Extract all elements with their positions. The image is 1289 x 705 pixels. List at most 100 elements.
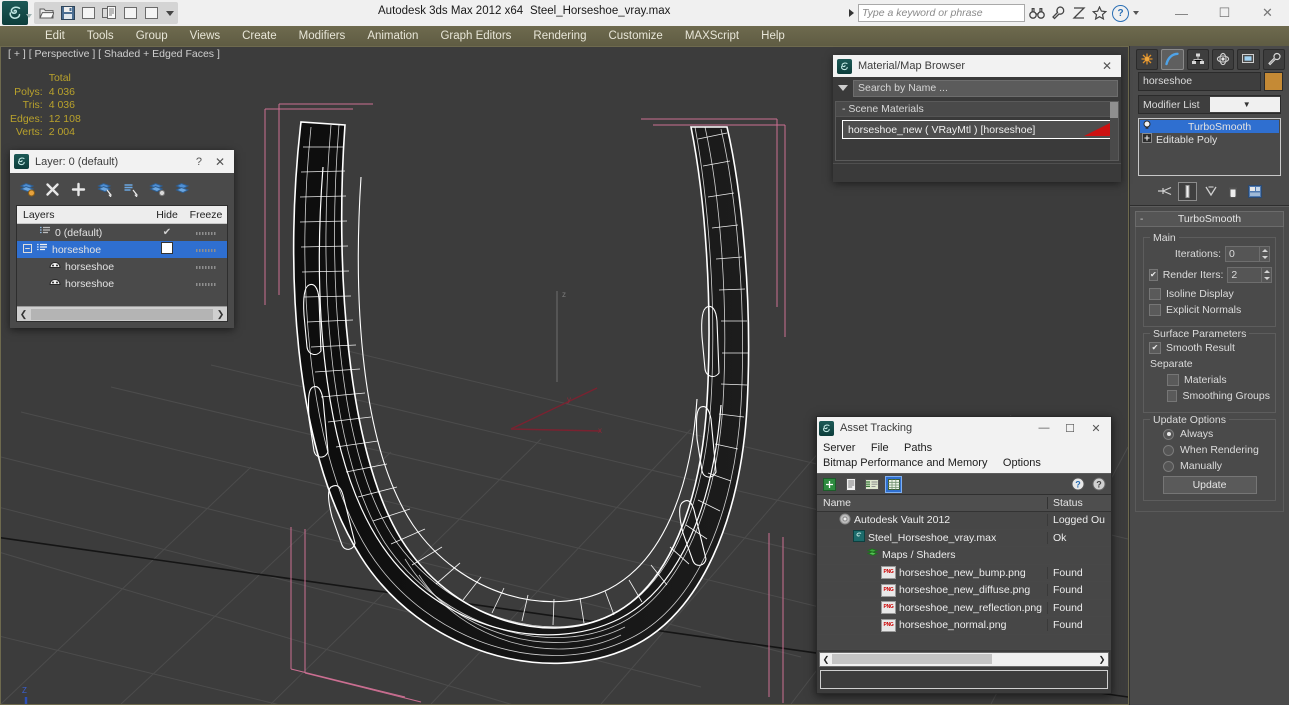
material-list[interactable]: - Scene Materials horseshoe_new ( VRayMt… — [835, 101, 1119, 161]
show-end-result-icon[interactable] — [1178, 181, 1197, 201]
render-iters-spin-arrows[interactable] — [1262, 267, 1273, 283]
menu-group[interactable]: Group — [125, 26, 179, 46]
layer-row[interactable]: horseshoe — [17, 241, 227, 258]
grid-view-icon[interactable] — [885, 475, 902, 493]
scroll-thumb[interactable] — [832, 654, 992, 664]
viewport-label[interactable]: [ + ] [ Perspective ] [ Shaded + Edged F… — [8, 48, 220, 60]
quick-access-more-icon[interactable] — [166, 10, 174, 16]
create-new-layer-icon[interactable] — [18, 181, 35, 198]
delete-layer-icon[interactable] — [44, 181, 61, 198]
modifier-stack[interactable]: TurboSmooth Editable Poly — [1138, 118, 1281, 176]
app-menu-caret-icon[interactable] — [26, 14, 32, 18]
smooth-result-row[interactable]: Smooth Result — [1149, 342, 1270, 354]
close-button[interactable]: ✕ — [1246, 0, 1289, 26]
window2-icon[interactable] — [143, 5, 160, 22]
minimize-button[interactable]: — — [1160, 0, 1203, 26]
explicit-normals-row[interactable]: Explicit Normals — [1149, 304, 1270, 316]
table-row[interactable]: PNG horseshoe_new_reflection.png Found — [817, 599, 1111, 617]
iterations-stepper[interactable]: 0 — [1225, 246, 1270, 262]
expand-box-icon[interactable] — [23, 243, 32, 256]
layer-hide-cell[interactable] — [185, 244, 227, 255]
utilities-tab[interactable] — [1262, 48, 1285, 70]
smooth-result-checkbox[interactable] — [1149, 342, 1161, 354]
undo-icon[interactable] — [80, 5, 97, 22]
layer-row[interactable]: horseshoe — [17, 258, 227, 275]
detail-view-icon[interactable] — [864, 477, 879, 492]
update-always-radio[interactable] — [1163, 428, 1174, 440]
render-iters-stepper[interactable]: 2 — [1227, 267, 1273, 283]
wrench-icon[interactable] — [1048, 4, 1067, 22]
render-iters-input[interactable]: 2 — [1227, 267, 1263, 283]
material-group-scene-materials[interactable]: - Scene Materials — [836, 102, 1118, 117]
rollout-collapse-icon[interactable]: - — [1140, 214, 1143, 225]
update-always-row[interactable]: Always — [1149, 428, 1270, 440]
menu-views[interactable]: Views — [179, 26, 231, 46]
material-search-input[interactable]: Search by Name ... — [853, 79, 1118, 97]
modifier-stack-item-editable-poly[interactable]: Editable Poly — [1140, 133, 1279, 146]
scroll-right-icon[interactable]: ❯ — [1096, 655, 1108, 664]
isoline-display-row[interactable]: Isoline Display — [1149, 288, 1270, 300]
menu-create[interactable]: Create — [231, 26, 288, 46]
maximize-button[interactable]: ☐ — [1203, 0, 1246, 26]
menu-options[interactable]: Options — [1003, 457, 1041, 469]
layer-row[interactable]: 0 (default) ✔ — [17, 224, 227, 241]
layer-hide-cell[interactable] — [185, 278, 227, 289]
table-row[interactable]: PNG horseshoe_new_diffuse.png Found — [817, 582, 1111, 600]
iterations-input[interactable]: 0 — [1225, 246, 1260, 262]
window1-icon[interactable] — [122, 5, 139, 22]
search-expand-icon[interactable] — [849, 9, 854, 17]
create-tab[interactable] — [1136, 48, 1159, 70]
layer-dialog-help-button[interactable]: ? — [188, 156, 210, 168]
make-unique-icon[interactable] — [1202, 183, 1219, 200]
chevron-down-icon[interactable]: ▼ — [1209, 97, 1280, 112]
object-name-input[interactable]: horseshoe — [1138, 72, 1261, 91]
layer-dialog-close-button[interactable]: ✕ — [210, 155, 230, 169]
modify-tab[interactable] — [1161, 48, 1184, 70]
binoculars-icon[interactable] — [1027, 4, 1046, 22]
separate-materials-row[interactable]: Materials — [1149, 374, 1270, 386]
menu-edit[interactable]: Edit — [34, 26, 76, 46]
configure-sets-icon[interactable] — [1246, 183, 1263, 200]
highlight-selected-icon[interactable] — [148, 181, 165, 198]
scroll-left-icon[interactable]: ❮ — [17, 309, 30, 320]
asset-tracking-titlebar[interactable]: Asset Tracking — ☐ ✕ — [817, 417, 1111, 439]
menu-modifiers[interactable]: Modifiers — [288, 26, 357, 46]
layer-list[interactable]: Layers Hide Freeze 0 (default) ✔ horsesh… — [16, 205, 228, 322]
table-row[interactable]: PNG horseshoe_new_bump.png Found — [817, 564, 1111, 582]
help-alt-icon[interactable]: ? — [1091, 477, 1106, 492]
update-when-rendering-radio[interactable] — [1163, 444, 1174, 456]
table-row[interactable]: Maps / Shaders — [817, 547, 1111, 565]
menu-paths[interactable]: Paths — [904, 442, 932, 454]
exchange-icon[interactable] — [1069, 4, 1088, 22]
redo-scene-icon[interactable] — [101, 5, 118, 22]
update-manually-radio[interactable] — [1163, 460, 1174, 472]
help-menu-caret-icon[interactable] — [1133, 11, 1139, 15]
asset-horizontal-scrollbar[interactable]: ❮ ❯ — [819, 651, 1109, 667]
modifier-list-dropdown[interactable]: Modifier List ▼ — [1138, 95, 1281, 114]
layer-current-box[interactable] — [149, 242, 185, 257]
menu-bitmap-performance[interactable]: Bitmap Performance and Memory — [823, 457, 987, 469]
iterations-spin-arrows[interactable] — [1260, 246, 1270, 262]
object-color-swatch[interactable] — [1264, 72, 1283, 91]
motion-tab[interactable] — [1211, 48, 1235, 70]
explicit-normals-checkbox[interactable] — [1149, 304, 1161, 316]
select-objects-icon[interactable] — [96, 181, 113, 198]
help-icon[interactable]: ? — [1070, 477, 1085, 492]
search-input[interactable]: Type a keyword or phrase — [858, 4, 1025, 22]
menu-file[interactable]: File — [871, 442, 889, 454]
render-iters-checkbox[interactable] — [1149, 269, 1158, 281]
asset-tracking-close-button[interactable]: ✕ — [1083, 418, 1109, 438]
refresh-icon[interactable] — [822, 477, 837, 492]
menu-customize[interactable]: Customize — [597, 26, 673, 46]
display-tab[interactable] — [1237, 48, 1260, 70]
table-row[interactable]: Autodesk Vault 2012 Logged Ou — [817, 512, 1111, 530]
table-row[interactable]: PNG horseshoe_normal.png Found — [817, 617, 1111, 635]
separate-smoothing-groups-checkbox[interactable] — [1167, 390, 1178, 402]
favorite-star-icon[interactable] — [1090, 4, 1109, 22]
update-when-rendering-row[interactable]: When Rendering — [1149, 444, 1270, 456]
scroll-left-icon[interactable]: ❮ — [820, 655, 832, 664]
material-browser-close-button[interactable]: ✕ — [1097, 59, 1117, 73]
menu-graph-editors[interactable]: Graph Editors — [429, 26, 522, 46]
separate-materials-checkbox[interactable] — [1167, 374, 1179, 386]
list-view-icon[interactable] — [843, 477, 858, 492]
